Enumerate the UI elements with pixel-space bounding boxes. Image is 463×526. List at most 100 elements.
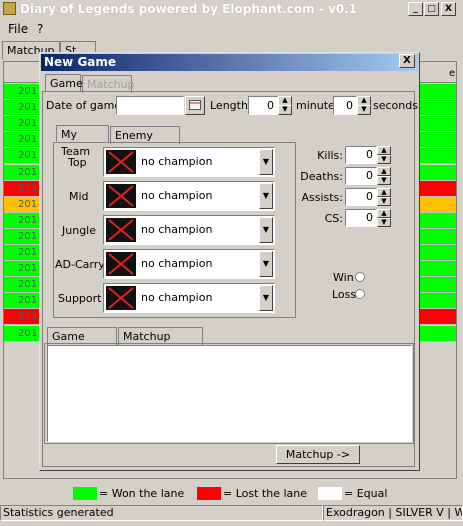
table-row-date[interactable]: 201 (4, 277, 40, 294)
table-row-date[interactable]: 201 (4, 116, 40, 133)
win-radio[interactable] (355, 272, 365, 282)
chevron-down-icon[interactable]: ▼ (259, 285, 273, 311)
table-row-date[interactable]: 201 (4, 196, 40, 213)
notes-textarea[interactable] (47, 345, 412, 442)
champion-name: no champion (141, 223, 213, 236)
calendar-button[interactable] (185, 96, 205, 115)
table-row-date[interactable]: 201 (4, 228, 40, 245)
no-champion-icon (106, 184, 136, 208)
window-title: Diary of Legends powered by Elophant.com… (20, 2, 358, 16)
stat-up-button[interactable]: ▲ (377, 209, 391, 218)
seconds-input[interactable]: 0 (333, 96, 357, 115)
champion-select[interactable]: no champion ▼ (103, 215, 275, 245)
champion-select[interactable]: no champion ▼ (103, 283, 275, 313)
table-row-date[interactable]: 201 (4, 245, 40, 261)
role-label: Mid (69, 190, 89, 203)
win-label: Win (333, 271, 354, 284)
champion-name: no champion (141, 291, 213, 304)
table-row-result[interactable] (420, 180, 456, 197)
table-row-date[interactable]: 201 (4, 132, 40, 149)
seconds-down-button[interactable]: ▼ (357, 105, 371, 115)
role-label: Jungle (62, 224, 96, 237)
legend-lost-label: = Lost the lane (223, 487, 308, 500)
minutes-down-button[interactable]: ▼ (278, 105, 292, 115)
table-row-result[interactable] (420, 228, 456, 245)
table-row-date[interactable]: 201 (4, 180, 40, 197)
table-row-result[interactable] (420, 277, 456, 294)
stat-label: Assists: (301, 191, 343, 204)
menu-file[interactable]: File (8, 22, 28, 36)
matchup-next-button[interactable]: Matchup -> (276, 445, 360, 464)
stat-down-button[interactable]: ▼ (377, 197, 391, 206)
legend-equal-swatch (318, 487, 342, 500)
no-champion-icon (106, 150, 136, 174)
header-last: e (449, 68, 456, 79)
table-row-date[interactable]: 201 (4, 100, 40, 117)
stat-up-button[interactable]: ▲ (377, 167, 391, 176)
tab-game[interactable]: Game (45, 74, 83, 92)
tab-my-team[interactable]: My Team (56, 125, 109, 158)
stat-input[interactable]: 0 (345, 188, 377, 206)
minimize-button[interactable]: _ (408, 2, 423, 16)
table-row-result[interactable] (420, 325, 456, 342)
minutes-input[interactable]: 0 (248, 96, 278, 115)
champion-select[interactable]: no champion ▼ (103, 249, 275, 279)
table-row-date[interactable]: 201 (4, 164, 40, 181)
stat-down-button[interactable]: ▼ (377, 218, 391, 227)
stat-down-button[interactable]: ▼ (377, 176, 391, 185)
dialog-close-button[interactable]: X (399, 54, 415, 68)
table-row-result[interactable] (420, 84, 456, 100)
legend-lost-swatch (197, 487, 221, 500)
table-row-date[interactable]: 201 (4, 84, 40, 100)
table-row-result[interactable] (420, 212, 456, 229)
champion-select[interactable]: no champion ▼ (103, 147, 275, 177)
table-row-result[interactable] (420, 245, 456, 261)
table-row-result[interactable] (420, 100, 456, 117)
stat-input[interactable]: 0 (345, 209, 377, 227)
table-row-date[interactable]: 201 (4, 293, 40, 310)
chevron-down-icon[interactable]: ▼ (259, 183, 273, 209)
stat-up-button[interactable]: ▲ (377, 146, 391, 155)
date-input[interactable] (116, 96, 184, 115)
dialog-title: New Game (44, 55, 117, 69)
table-row-result[interactable] (420, 148, 456, 165)
table-row-date[interactable]: 201 (4, 261, 40, 278)
calendar-icon (189, 100, 201, 110)
table-row-result[interactable] (420, 309, 456, 326)
table-row-date[interactable]: 201 (4, 325, 40, 342)
maximize-button[interactable]: □ (424, 2, 439, 16)
stat-down-button[interactable]: ▼ (377, 155, 391, 164)
stat-up-button[interactable]: ▲ (377, 188, 391, 197)
stat-label: Kills: (317, 149, 343, 162)
seconds-label: seconds (373, 99, 418, 112)
role-label: AD-Carry (55, 258, 105, 271)
status-account: Exodragon | SILVER V | W2 (323, 505, 463, 521)
loss-label: Loss (332, 288, 357, 301)
length-label: Length: (210, 99, 252, 112)
table-row-date[interactable]: 201 (4, 148, 40, 165)
table-row-date[interactable]: 201 (4, 309, 40, 326)
menu-help[interactable]: ? (37, 22, 43, 36)
table-row-result[interactable] (420, 116, 456, 133)
legend-won-label: = Won the lane (99, 487, 185, 500)
table-row-result[interactable] (420, 261, 456, 278)
table-row-result[interactable] (420, 132, 456, 149)
table-row-result[interactable] (420, 293, 456, 310)
stat-input[interactable]: 0 (345, 167, 377, 185)
chevron-down-icon[interactable]: ▼ (259, 251, 273, 277)
date-label: Date of game: (46, 99, 125, 112)
champion-select[interactable]: no champion ▼ (103, 181, 275, 211)
no-champion-icon (106, 286, 136, 310)
role-label: Top (68, 156, 87, 169)
table-row-result[interactable] (420, 164, 456, 181)
chevron-down-icon[interactable]: ▼ (259, 149, 273, 175)
table-row-date[interactable]: 201 (4, 212, 40, 229)
chevron-down-icon[interactable]: ▼ (259, 217, 273, 243)
menu-bar (0, 19, 463, 39)
table-row-result[interactable] (420, 196, 456, 213)
no-champion-icon (106, 252, 136, 276)
legend-won-swatch (73, 487, 97, 500)
stat-input[interactable]: 0 (345, 146, 377, 164)
loss-radio[interactable] (355, 289, 365, 299)
close-button[interactable]: X (441, 2, 456, 16)
